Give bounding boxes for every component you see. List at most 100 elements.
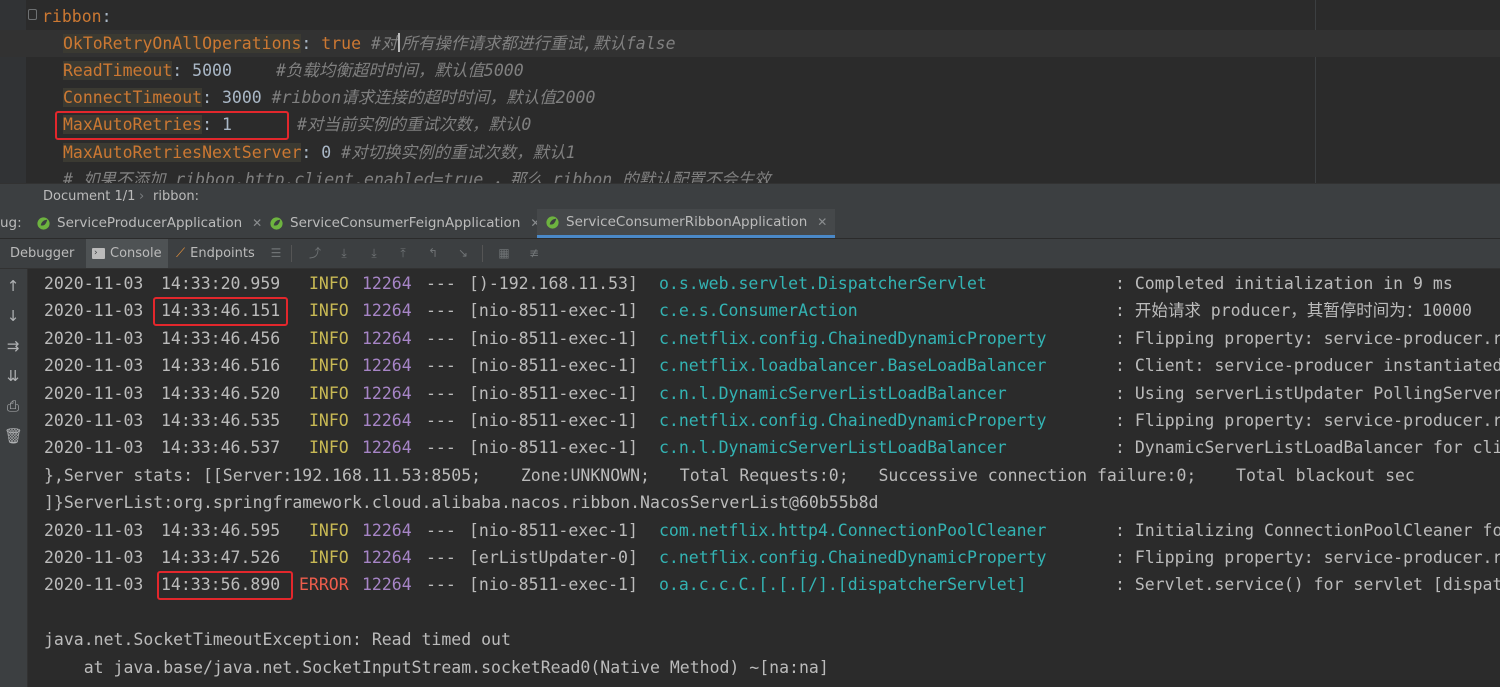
scroll-to-end-icon[interactable]: ⇊	[4, 367, 22, 385]
log-level: INFO	[309, 356, 349, 376]
log-message: : Using serverListUpdater PollingServer	[1115, 383, 1500, 403]
console-output[interactable]: 2020-11-03 14:33:20.959 INFO 12264 --- [)-192…	[28, 269, 1500, 687]
log-time: 14:33:46.456	[161, 328, 281, 348]
yaml-key: ribbon	[42, 7, 102, 26]
trash-icon[interactable]: 🗑	[4, 427, 23, 445]
code-line: MaxAutoRetries: 1 #对当前实例的重试次数，默认0	[0, 111, 1500, 138]
log-time: 14:33:46.520	[161, 383, 281, 403]
code-line: # 如果不添加 ribbon.http.client.enabled=true …	[0, 166, 1500, 183]
log-pid: 12264	[362, 356, 412, 376]
breadcrumb: Document 1/1 › ribbon:	[0, 183, 1500, 210]
log-level: INFO	[309, 328, 349, 348]
close-icon[interactable]: ✕	[252, 209, 262, 238]
log-date: 2020-11-03	[44, 575, 144, 595]
log-level: INFO	[309, 383, 349, 403]
tab-label: ServiceProducerApplication	[57, 215, 243, 231]
code-line: ReadTimeout: 5000 #负载均衡超时时间，默认值5000	[0, 57, 1500, 84]
spring-boot-icon	[269, 216, 284, 231]
log-level: INFO	[309, 520, 349, 540]
log-thread: [nio-8511-exec-1]	[469, 411, 638, 430]
tab-service-producer[interactable]: ServiceProducerApplication ✕	[36, 209, 262, 238]
trace-icon[interactable]: ≢	[527, 246, 541, 260]
evaluate-expression-icon[interactable]: ▦	[497, 246, 511, 260]
yaml-editor[interactable]: ribbon: OkToRetryOnAllOperations: true #…	[0, 0, 1500, 183]
code-line: MaxAutoRetriesNextServer: 0 #对切换实例的重试次数，…	[63, 143, 576, 162]
log-time: 14:33:47.526	[161, 548, 281, 567]
log-date: 2020-11-03	[44, 356, 144, 376]
close-icon[interactable]: ✕	[817, 208, 827, 237]
log-thread: [nio-8511-exec-1]	[469, 575, 638, 595]
step-over-icon[interactable]: ⤓	[337, 246, 351, 260]
yaml-comment: #ribbon请求连接的超时时间，默认值2000	[271, 88, 596, 107]
log-thread: [nio-8511-exec-1]	[469, 356, 638, 376]
log-level: INFO	[309, 438, 349, 458]
tab-label: Endpoints	[190, 246, 255, 261]
yaml-key: MaxAutoRetries	[63, 115, 203, 134]
log-time: 14:33:46.537	[161, 438, 281, 458]
run-to-cursor-icon[interactable]: ↘	[456, 246, 470, 260]
step-into-icon[interactable]: ⤓	[367, 246, 381, 260]
soft-wrap-icon[interactable]: ⇉	[4, 337, 22, 355]
log-thread: [nio-8511-exec-1]	[469, 328, 638, 348]
log-level: INFO	[309, 548, 349, 567]
breadcrumb-item[interactable]: ribbon:	[153, 184, 199, 210]
tab-label: ServiceConsumerRibbonApplication	[566, 213, 808, 230]
yaml-comment: #负载均衡超时时间，默认值5000	[276, 61, 524, 80]
log-thread: [nio-8511-exec-1]	[469, 383, 638, 403]
tab-service-consumer-feign[interactable]: ServiceConsumerFeignApplication ✕	[269, 209, 540, 238]
log-logger[interactable]: com.netflix.http4.ConnectionPoolCleaner	[659, 517, 1046, 544]
print-icon[interactable]: ⎙	[4, 397, 22, 415]
log-logger[interactable]: c.n.l.DynamicServerListLoadBalancer	[659, 434, 1007, 461]
log-date: 2020-11-03	[44, 411, 144, 430]
log-logger[interactable]: o.s.web.servlet.DispatcherServlet	[659, 270, 987, 297]
log-level: ERROR	[299, 575, 349, 595]
log-logger[interactable]: c.netflix.config.ChainedDynamicProperty	[659, 325, 1046, 352]
spring-boot-icon	[36, 216, 51, 231]
log-logger[interactable]: c.netflix.config.ChainedDynamicProperty	[659, 407, 1046, 434]
log-pid: 12264	[362, 383, 412, 403]
run-config-tabs: ug: ServiceProducerApplication ✕ Service…	[0, 209, 1500, 239]
breadcrumb-document: Document 1/1	[43, 189, 136, 204]
tab-console[interactable]: › Console	[86, 239, 168, 268]
log-level: INFO	[309, 301, 349, 321]
menu-icon[interactable]: ☰	[269, 246, 283, 260]
log-thread: [erListUpdater-0]	[469, 548, 638, 567]
log-logger[interactable]: c.netflix.config.ChainedDynamicProperty	[659, 544, 1046, 571]
log-logger[interactable]: c.n.l.DynamicServerListLoadBalancer	[659, 380, 1007, 407]
tab-endpoints[interactable]: ⟋ Endpoints	[176, 239, 255, 268]
arrow-down-icon[interactable]: ↓	[4, 307, 22, 325]
drop-frame-icon[interactable]: ↰	[426, 246, 440, 260]
console-text: },Server stats: [[Server:192.168.11.53:8…	[44, 465, 1415, 485]
toolbar-separator	[482, 245, 483, 262]
yaml-comment: # 如果不添加 ribbon.http.client.enabled=true …	[63, 170, 771, 183]
console-side-toolbar: ↑ ↓ ⇉ ⇊ ⎙ 🗑	[0, 269, 28, 687]
log-date: 2020-11-03	[44, 383, 144, 403]
log-level: INFO	[309, 411, 349, 430]
log-date: 2020-11-03	[44, 520, 144, 540]
log-logger[interactable]: c.netflix.loadbalancer.BaseLoadBalancer	[659, 352, 1046, 379]
log-date: 2020-11-03	[44, 274, 144, 293]
tab-label: Console	[110, 246, 162, 261]
log-logger[interactable]: c.e.s.ConsumerAction	[659, 297, 858, 324]
step-out-icon[interactable]: ⤒	[396, 246, 410, 260]
yaml-key: ReadTimeout	[63, 61, 173, 80]
tab-debugger[interactable]: Debugger	[10, 239, 74, 268]
yaml-value: 3000	[221, 88, 262, 107]
spring-boot-icon	[545, 215, 560, 230]
arrow-up-icon[interactable]: ↑	[4, 277, 22, 295]
log-separator: ---	[426, 356, 456, 376]
yaml-comment: #对当前实例的重试次数，默认0	[297, 115, 532, 134]
code-line: ConnectTimeout: 3000 #ribbon请求连接的超时时间，默认…	[63, 88, 596, 107]
log-separator: ---	[426, 383, 456, 403]
log-separator: ---	[426, 548, 456, 567]
tab-service-consumer-ribbon[interactable]: ServiceConsumerRibbonApplication ✕	[537, 208, 836, 238]
log-pid: 12264	[362, 328, 412, 348]
log-pid: 12264	[362, 548, 412, 567]
show-execution-point-icon[interactable]: ⤴	[308, 246, 322, 260]
log-date: 2020-11-03	[44, 301, 144, 321]
log-time: 14:33:20.959	[161, 274, 281, 293]
tab-label: ServiceConsumerFeignApplication	[290, 215, 521, 231]
log-thread: [nio-8511-exec-1]	[469, 520, 638, 540]
log-logger[interactable]: o.a.c.c.C.[.[.[/].[dispatcherServlet]	[659, 571, 1027, 598]
console-text: java.net.SocketTimeoutException: Read ti…	[44, 630, 511, 650]
